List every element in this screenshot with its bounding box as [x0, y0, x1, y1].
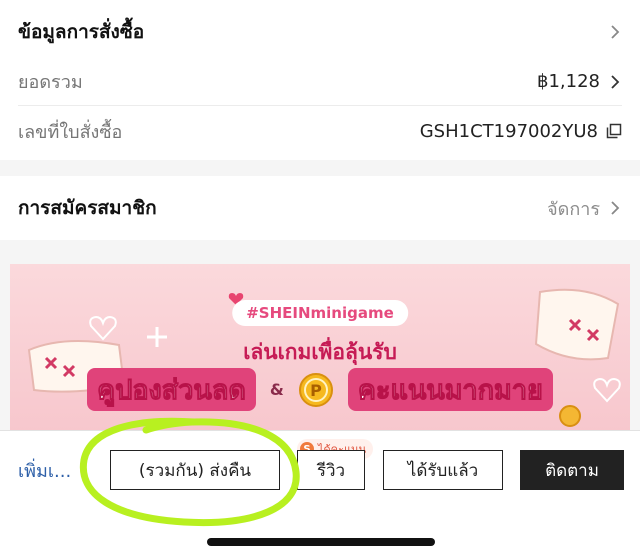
- chevron-right-icon: [611, 74, 620, 89]
- order-total-value-group: ฿1,128: [537, 71, 622, 92]
- order-info-header[interactable]: ข้อมูลการสั่งซื้อ: [18, 8, 622, 56]
- chevron-right-icon: [611, 201, 620, 215]
- order-number-label: เลขที่ใบสั่งซื้อ: [18, 121, 123, 143]
- received-button[interactable]: ได้รับแล้ว: [383, 450, 503, 490]
- minigame-banner[interactable]: #SHEINminigame เล่นเกมเพื่อลุ้นรับ คูปอง…: [10, 264, 630, 432]
- hashtag-pill: #SHEINminigame: [232, 300, 408, 326]
- order-number-value: GSH1CT197002YU8: [419, 120, 598, 142]
- track-button[interactable]: ติดตาม: [520, 450, 624, 490]
- banner-offer-row: คูปองส่วนลด & P คะแนนมากมาย: [10, 368, 630, 411]
- home-indicator: [207, 538, 435, 546]
- order-number-row: เลขที่ใบสั่งซื้อ GSH1CT197002YU8: [18, 107, 622, 155]
- copy-icon[interactable]: [606, 123, 622, 139]
- membership-manage-label: จัดการ: [547, 198, 600, 220]
- order-total-label: ยอดรวม: [18, 72, 83, 93]
- membership-card: การสมัครสมาชิก จัดการ: [0, 176, 640, 240]
- order-info-card: ข้อมูลการสั่งซื้อ ยอดรวม ฿1,128 เลขที่ใบ…: [0, 0, 640, 160]
- membership-row[interactable]: การสมัครสมาชิก จัดการ: [18, 184, 622, 232]
- membership-title: การสมัครสมาชิก: [18, 197, 157, 219]
- chevron-right-icon: [611, 25, 620, 39]
- banner-points-text: คะแนนมากมาย: [347, 368, 553, 411]
- points-coin-icon: P: [298, 372, 333, 407]
- order-total-row[interactable]: ยอดรวม ฿1,128: [18, 58, 622, 106]
- order-number-value-group: GSH1CT197002YU8: [420, 121, 622, 142]
- banner-coupon-text: คูปองส่วนลด: [87, 368, 256, 411]
- combined-return-button[interactable]: (รวมกัน) ส่งคืน: [110, 450, 280, 490]
- svg-text:P: P: [310, 381, 322, 400]
- order-info-title: ข้อมูลการสั่งซื้อ: [18, 21, 145, 43]
- banner-headline: เล่นเกมเพื่อลุ้นรับ: [243, 340, 397, 364]
- membership-manage-link[interactable]: จัดการ: [547, 194, 622, 223]
- review-button[interactable]: รีวิว: [297, 450, 365, 490]
- more-link[interactable]: เพิ่มเ...: [18, 456, 71, 485]
- order-total-value: ฿1,128: [537, 71, 600, 92]
- banner-ampersand: &: [269, 380, 284, 399]
